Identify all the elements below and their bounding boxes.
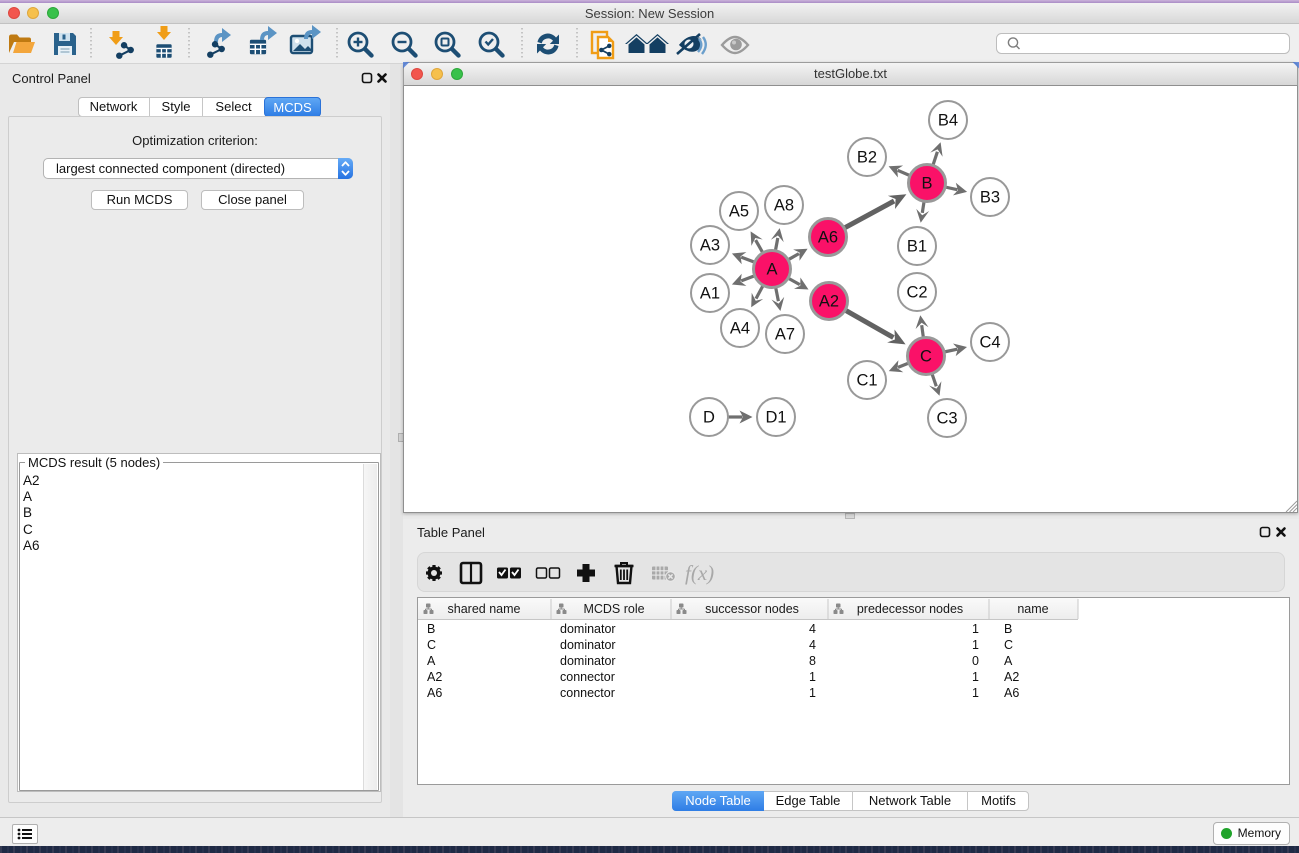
svg-text:1: 1 xyxy=(972,686,979,700)
svg-text:A: A xyxy=(1004,654,1013,668)
svg-text:A6: A6 xyxy=(1004,686,1019,700)
svg-text:dominator: dominator xyxy=(560,654,616,668)
svg-text:1: 1 xyxy=(972,622,979,636)
svg-text:C1: C1 xyxy=(856,372,877,390)
svg-text:1: 1 xyxy=(972,670,979,684)
svg-text:A: A xyxy=(427,654,436,668)
svg-text:8: 8 xyxy=(809,654,816,668)
svg-text:1: 1 xyxy=(809,670,816,684)
svg-text:connector: connector xyxy=(560,686,615,700)
svg-text:A4: A4 xyxy=(730,320,750,338)
svg-text:1: 1 xyxy=(809,686,816,700)
svg-text:C2: C2 xyxy=(906,284,927,302)
svg-text:C: C xyxy=(920,348,932,366)
svg-text:B2: B2 xyxy=(857,149,877,167)
svg-text:MCDS role: MCDS role xyxy=(583,602,644,616)
svg-text:B: B xyxy=(921,175,932,193)
svg-text:A1: A1 xyxy=(700,285,720,303)
svg-text:4: 4 xyxy=(809,622,816,636)
svg-text:0: 0 xyxy=(972,654,979,668)
svg-text:A3: A3 xyxy=(700,237,720,255)
svg-text:B1: B1 xyxy=(907,238,927,256)
svg-text:B4: B4 xyxy=(938,112,958,130)
svg-text:D1: D1 xyxy=(765,409,786,427)
svg-text:C3: C3 xyxy=(936,410,957,428)
svg-text:A2: A2 xyxy=(1004,670,1019,684)
svg-text:1: 1 xyxy=(972,638,979,652)
svg-text:connector: connector xyxy=(560,670,615,684)
svg-text:A7: A7 xyxy=(775,326,795,344)
svg-text:shared name: shared name xyxy=(448,602,521,616)
svg-text:dominator: dominator xyxy=(560,638,616,652)
svg-text:name: name xyxy=(1017,602,1048,616)
svg-text:4: 4 xyxy=(809,638,816,652)
svg-text:A: A xyxy=(766,261,777,279)
svg-text:A5: A5 xyxy=(729,203,749,221)
svg-text:A8: A8 xyxy=(774,197,794,215)
svg-text:C: C xyxy=(427,638,436,652)
svg-text:A6: A6 xyxy=(818,229,838,247)
svg-text:successor nodes: successor nodes xyxy=(705,602,799,616)
svg-text:D: D xyxy=(703,409,715,427)
svg-text:A2: A2 xyxy=(427,670,442,684)
svg-text:A6: A6 xyxy=(427,686,442,700)
svg-text:A2: A2 xyxy=(819,293,839,311)
svg-text:dominator: dominator xyxy=(560,622,616,636)
svg-text:B: B xyxy=(427,622,435,636)
svg-text:B3: B3 xyxy=(980,189,1000,207)
svg-text:B: B xyxy=(1004,622,1012,636)
svg-text:f(x): f(x) xyxy=(685,561,714,585)
svg-text:C: C xyxy=(1004,638,1013,652)
svg-text:predecessor nodes: predecessor nodes xyxy=(857,602,963,616)
svg-text:C4: C4 xyxy=(979,334,1000,352)
